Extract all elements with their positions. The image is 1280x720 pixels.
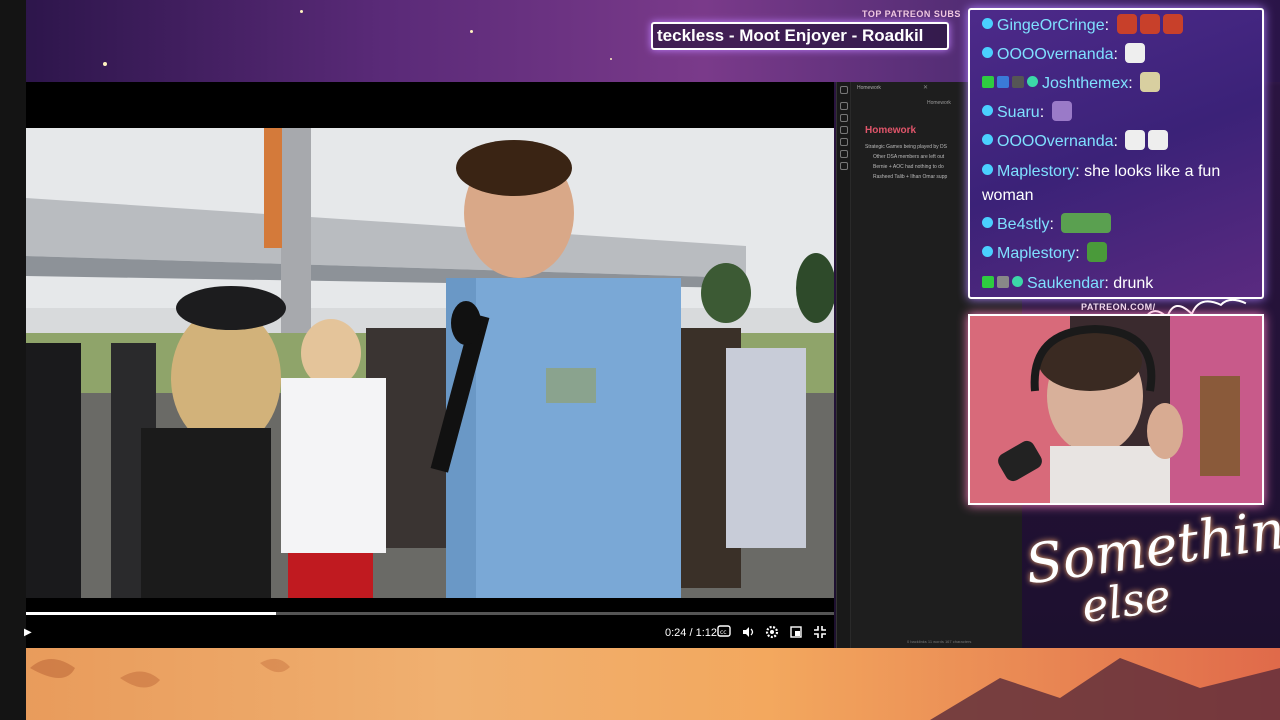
sidebar-toggle-icon[interactable]: [840, 86, 848, 94]
chat-colon: :: [1104, 17, 1110, 34]
chat-message: Maplestory: she looks like a fun woman: [982, 160, 1254, 208]
star-decoration: [610, 58, 612, 60]
chat-username[interactable]: GingeOrCringe: [997, 17, 1105, 34]
note-title: Homework: [865, 125, 917, 136]
emote-icon: [1051, 100, 1072, 121]
emote-icon: [1125, 42, 1146, 63]
graph-icon[interactable]: [840, 126, 848, 134]
emote-icon: [1087, 241, 1108, 262]
chat-dot-icon: [982, 246, 993, 258]
chat-username[interactable]: OOOOvernanda: [997, 133, 1114, 150]
badge-icon: [997, 75, 1009, 88]
search-icon[interactable]: [840, 114, 848, 122]
emote-icon: [1140, 71, 1161, 92]
player-controls: ▶ 0:24 / 1:12 cc: [24, 622, 834, 646]
chat-colon: :: [1104, 275, 1114, 292]
notes-header-title: Homework: [927, 100, 951, 106]
video-player[interactable]: ▶ 0:24 / 1:12 cc: [24, 82, 834, 648]
emote-icon: [1061, 212, 1112, 233]
chat-username[interactable]: Joshthemex: [1042, 75, 1128, 92]
tab-close-icon[interactable]: ✕: [923, 84, 928, 91]
chat-dot-icon: [982, 164, 993, 176]
star-decoration: [470, 30, 473, 33]
volume-icon[interactable]: [740, 625, 756, 641]
chat-colon: :: [1075, 163, 1085, 180]
chat-message: OOOOvernanda:: [982, 129, 1254, 154]
chat-message: Maplestory:: [982, 241, 1254, 266]
emote-icon: [1116, 13, 1137, 34]
chat-colon: :: [1075, 245, 1080, 262]
template-icon[interactable]: [840, 150, 848, 158]
progress-fill: [26, 612, 277, 615]
chat-box: GingeOrCringe: OOOOvernanda: Joshthemex:…: [968, 8, 1264, 299]
chat-dot-icon: [982, 134, 993, 146]
progress-bar[interactable]: [26, 612, 834, 615]
chat-username[interactable]: Be4stly: [997, 216, 1049, 233]
calendar-icon[interactable]: [840, 138, 848, 146]
chat-colon: :: [1113, 133, 1118, 150]
time-readout: 0:24 / 1:12: [665, 627, 717, 639]
chat-dot-icon: [1012, 276, 1023, 288]
badge-icon: [1012, 75, 1024, 88]
settings-icon[interactable]: [764, 625, 780, 641]
command-icon[interactable]: [840, 162, 848, 170]
badge-icon: [982, 75, 994, 88]
badge-icon: [997, 275, 1009, 288]
emote-icon: [1125, 129, 1146, 150]
star-decoration: [300, 10, 303, 13]
badge-icon: [982, 275, 994, 288]
chat-colon: :: [1039, 104, 1045, 121]
chat-username[interactable]: Maplestory: [997, 245, 1075, 262]
chat-colon: :: [1049, 216, 1054, 233]
emote-icon: [1162, 13, 1183, 34]
file-icon[interactable]: [840, 102, 848, 110]
chat-username[interactable]: Saukendar: [1027, 275, 1104, 292]
chat-message: Be4stly:: [982, 212, 1254, 237]
chat-dot-icon: [1027, 76, 1038, 88]
chat-dot-icon: [982, 47, 993, 59]
chat-dot-icon: [982, 217, 993, 229]
notes-tab-label[interactable]: Homework: [857, 85, 881, 91]
miniplayer-icon[interactable]: [788, 625, 804, 641]
left-edge-strip: [0, 0, 26, 720]
chat-text: drunk: [1113, 275, 1154, 292]
chat-message: GingeOrCringe:: [982, 13, 1254, 38]
video-content-image: [26, 128, 834, 598]
fullscreen-exit-icon[interactable]: [812, 625, 828, 641]
sub-ticker: teckless - Moot Enjoyer - Roadkil: [651, 22, 949, 50]
chat-message: Suaru:: [982, 100, 1254, 125]
video-frame[interactable]: [26, 128, 834, 682]
star-decoration: [103, 62, 107, 66]
logo-big: Something else: [1022, 493, 1280, 640]
notes-status-bar: 0 backlinks 11 words 167 characters: [907, 639, 972, 644]
chat-colon: :: [1113, 46, 1118, 63]
notes-ribbon: [837, 82, 851, 648]
chat-dot-icon: [982, 105, 993, 117]
chat-dot-icon: [982, 18, 993, 30]
chat-username[interactable]: Suaru: [997, 104, 1040, 121]
chat-username[interactable]: OOOOvernanda: [997, 46, 1114, 63]
webcam-image: [970, 316, 1262, 503]
chat-message: Joshthemex:: [982, 71, 1254, 96]
play-icon[interactable]: ▶: [24, 627, 34, 639]
chat-username[interactable]: Maplestory: [997, 163, 1075, 180]
emote-icon: [1139, 13, 1160, 34]
emote-icon: [1148, 129, 1169, 150]
top-subs-label: TOP PATREON SUBS: [862, 9, 961, 19]
chat-colon: :: [1128, 75, 1133, 92]
captions-icon[interactable]: cc: [716, 625, 732, 641]
chat-message: OOOOvernanda:: [982, 42, 1254, 67]
webcam-feed: [968, 314, 1264, 505]
svg-text:cc: cc: [720, 629, 727, 636]
